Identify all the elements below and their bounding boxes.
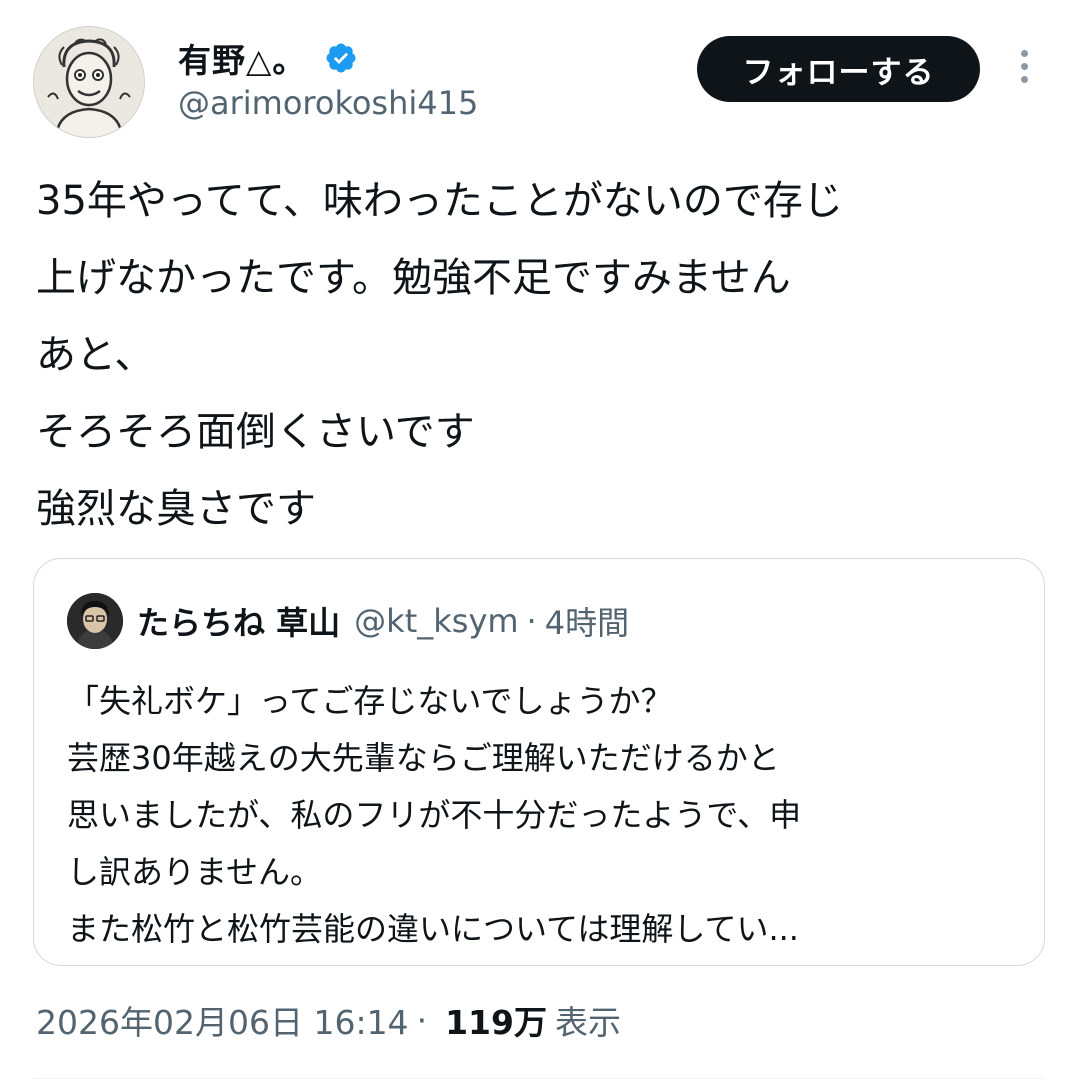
author-handle[interactable]: @arimorokoshi415	[178, 84, 478, 122]
tweet-line: 強烈な臭さです	[36, 486, 316, 532]
quoted-author-avatar	[67, 593, 123, 649]
tweet-line: 上げなかったです。勉強不足ですみません	[36, 255, 791, 301]
quoted-timestamp: 4時間	[544, 604, 630, 642]
tweet-line: あと、	[36, 332, 155, 378]
quoted-line: し訳ありません。	[67, 853, 323, 891]
separator-dot: ·	[416, 1000, 428, 1040]
author-avatar[interactable]	[33, 26, 145, 138]
tweet-line: 35年やってて、味わったことがないので存じ	[36, 178, 843, 224]
view-count-label: 表示	[554, 1003, 621, 1042]
avatar-drawing-icon	[34, 27, 144, 137]
quoted-line: 「失礼ボケ」ってご存じないでしょうか？	[67, 682, 673, 720]
more-vertical-icon[interactable]	[1012, 50, 1036, 90]
tweet-text: 35年やってて、味わったことがないので存じ 上げなかったです。勉強不足ですみませ…	[36, 163, 1046, 548]
divider	[33, 1078, 1045, 1079]
quoted-tweet-text: 「失礼ボケ」ってご存じないでしょうか？ 芸歴30年越えの大先輩ならご理解いただけ…	[67, 673, 1027, 958]
view-count: 119万	[445, 1003, 547, 1042]
quoted-tweet-card[interactable]: たらちね 草山 @kt_ksym · 4時間 「失礼ボケ」ってご存じないでしょう…	[33, 558, 1045, 966]
author-display-name[interactable]: 有野△。	[178, 34, 306, 82]
follow-button[interactable]: フォローする	[697, 36, 980, 102]
quoted-tweet-header: たらちね 草山 @kt_ksym · 4時間	[67, 593, 629, 649]
tweet-datetime[interactable]: 2026年02月06日 16:14	[36, 996, 409, 1044]
avatar-photo-icon	[67, 593, 123, 649]
tweet-meta: 2026年02月06日 16:14 · 119万 表示	[36, 996, 621, 1044]
author-name-row: 有野△。	[178, 34, 358, 82]
tweet-line: そろそろ面倒くさいです	[36, 409, 475, 455]
separator-dot: ·	[526, 602, 537, 640]
tweet-header: 有野△。 @arimorokoshi415 フォローする	[0, 0, 1080, 150]
quoted-line: 思いましたが、私のフリが不十分だったようで、申	[67, 796, 802, 834]
quoted-line: 芸歴30年越えの大先輩ならご理解いただけるかと	[67, 739, 780, 777]
quoted-display-name: たらちね 草山	[137, 604, 341, 642]
verified-badge-icon[interactable]	[324, 41, 358, 75]
quoted-line: また松竹と松竹芸能の違いについては理解してい...	[67, 910, 799, 948]
quoted-handle: @kt_ksym	[354, 602, 519, 640]
